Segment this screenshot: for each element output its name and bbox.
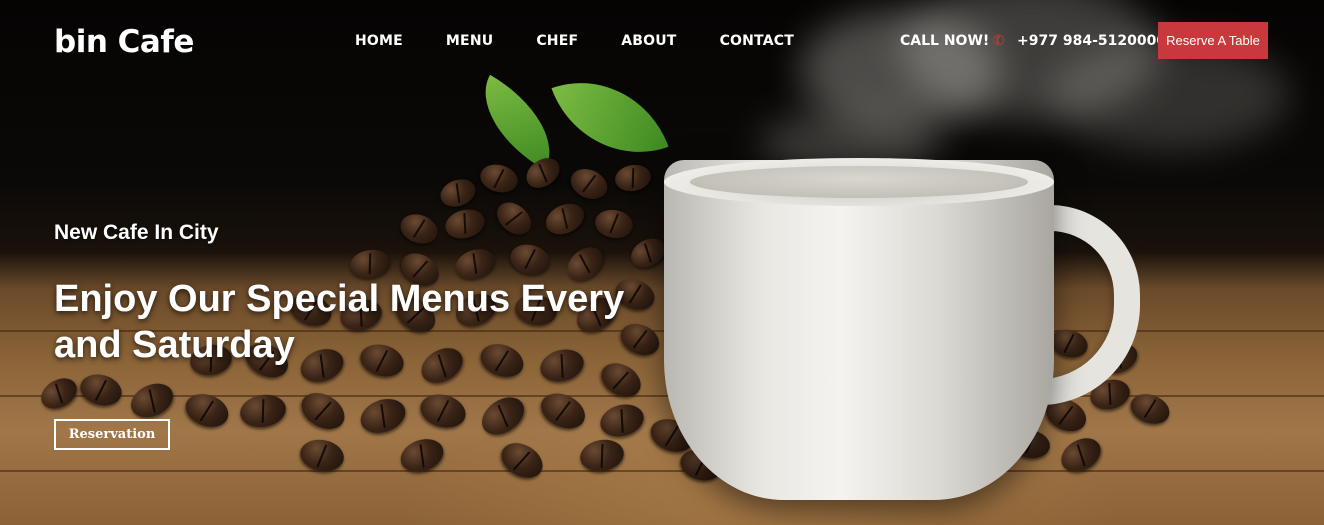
call-now-label: CALL NOW! bbox=[900, 33, 990, 49]
navbar: bin Cafe HOME MENU CHEF ABOUT CONTACT CA… bbox=[0, 0, 1324, 82]
nav-item-contact[interactable]: CONTACT bbox=[720, 33, 794, 49]
hero-subtitle: New Cafe In City bbox=[54, 221, 219, 244]
site-logo[interactable]: bin Cafe bbox=[54, 24, 194, 60]
main-menu: HOME MENU CHEF ABOUT CONTACT bbox=[355, 33, 837, 49]
nav-item-home[interactable]: HOME bbox=[355, 33, 403, 49]
hero-headline-line2: and Saturday bbox=[54, 324, 295, 366]
nav-item-menu[interactable]: MENU bbox=[446, 33, 493, 49]
hero-headline-line1: Enjoy Our Special Menus Every bbox=[54, 278, 625, 320]
nav-item-about[interactable]: ABOUT bbox=[621, 33, 676, 49]
nav-item-chef[interactable]: CHEF bbox=[536, 33, 578, 49]
phone-number[interactable]: +977 984-5120000 bbox=[1017, 33, 1166, 49]
reservation-button[interactable]: Reservation bbox=[54, 419, 170, 450]
phone-icon: ✆ bbox=[990, 31, 1008, 51]
call-now: CALL NOW! ✆ +977 984-5120000 bbox=[900, 31, 1166, 51]
hero-headline: Enjoy Our Special Menus Every and Saturd… bbox=[54, 276, 774, 368]
reserve-table-button[interactable]: Reserve A Table bbox=[1158, 22, 1268, 59]
